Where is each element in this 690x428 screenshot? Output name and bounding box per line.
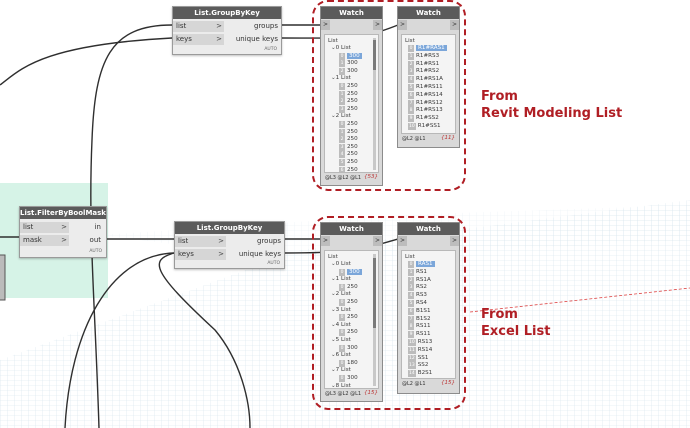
input-port-list[interactable]: list > (20, 222, 69, 233)
output-port-out[interactable]: out (90, 236, 101, 244)
annotation-line: Excel List (481, 324, 551, 339)
output-port-in[interactable]: in (95, 223, 101, 231)
annotation-bottom: From Excel List (481, 306, 550, 340)
port-arrow-icon: > (61, 236, 67, 244)
groupbykey-node-top[interactable]: List.GroupByKey list > keys > groups uniqu… (172, 6, 282, 55)
lacing-label: AUTO (264, 47, 277, 52)
wire-keys-top (0, 37, 173, 86)
dynamo-canvas[interactable]: List.GroupByKey list > keys > groups uniqu… (0, 0, 690, 428)
lacing-label: AUTO (89, 249, 102, 254)
output-port-groups[interactable]: groups (257, 237, 281, 245)
node-title: List.GroupByKey (173, 7, 281, 19)
groupbykey-node-bottom[interactable]: List.GroupByKey list > keys > groups uniqu… (174, 221, 285, 269)
annotation-top: From Revit Modeling List (481, 88, 622, 122)
node-title: List.GroupByKey (175, 222, 284, 234)
port-arrow-icon: > (216, 22, 222, 30)
offscreen-node-edge (0, 254, 6, 301)
node-title: List.FilterByBoolMask (20, 207, 106, 219)
input-port-keys[interactable]: keys > (173, 34, 224, 45)
port-arrow-icon: > (216, 35, 222, 43)
wire-diagonal (158, 252, 251, 428)
highlight-box-top (312, 0, 466, 191)
output-port-groups[interactable]: groups (254, 22, 278, 30)
port-arrow-icon: > (61, 223, 67, 231)
port-arrow-icon: > (218, 237, 224, 245)
annotation-line: From (481, 89, 518, 104)
port-arrow-icon: > (218, 250, 224, 258)
input-port-list[interactable]: list > (175, 236, 226, 247)
lacing-label: AUTO (267, 261, 280, 266)
annotation-line: From (481, 307, 518, 322)
input-port-list[interactable]: list > (173, 21, 224, 32)
annotation-line: Revit Modeling List (481, 106, 623, 121)
highlight-box-bottom (312, 216, 466, 410)
filterbyboolmask-node[interactable]: List.FilterByBoolMask list > mask > in out… (19, 206, 107, 258)
output-port-unique-keys[interactable]: unique keys (236, 35, 278, 43)
output-port-unique-keys[interactable]: unique keys (239, 250, 281, 258)
input-port-mask[interactable]: mask > (20, 235, 69, 246)
wire-keys-bottom (64, 252, 175, 428)
input-port-keys[interactable]: keys > (175, 249, 226, 260)
